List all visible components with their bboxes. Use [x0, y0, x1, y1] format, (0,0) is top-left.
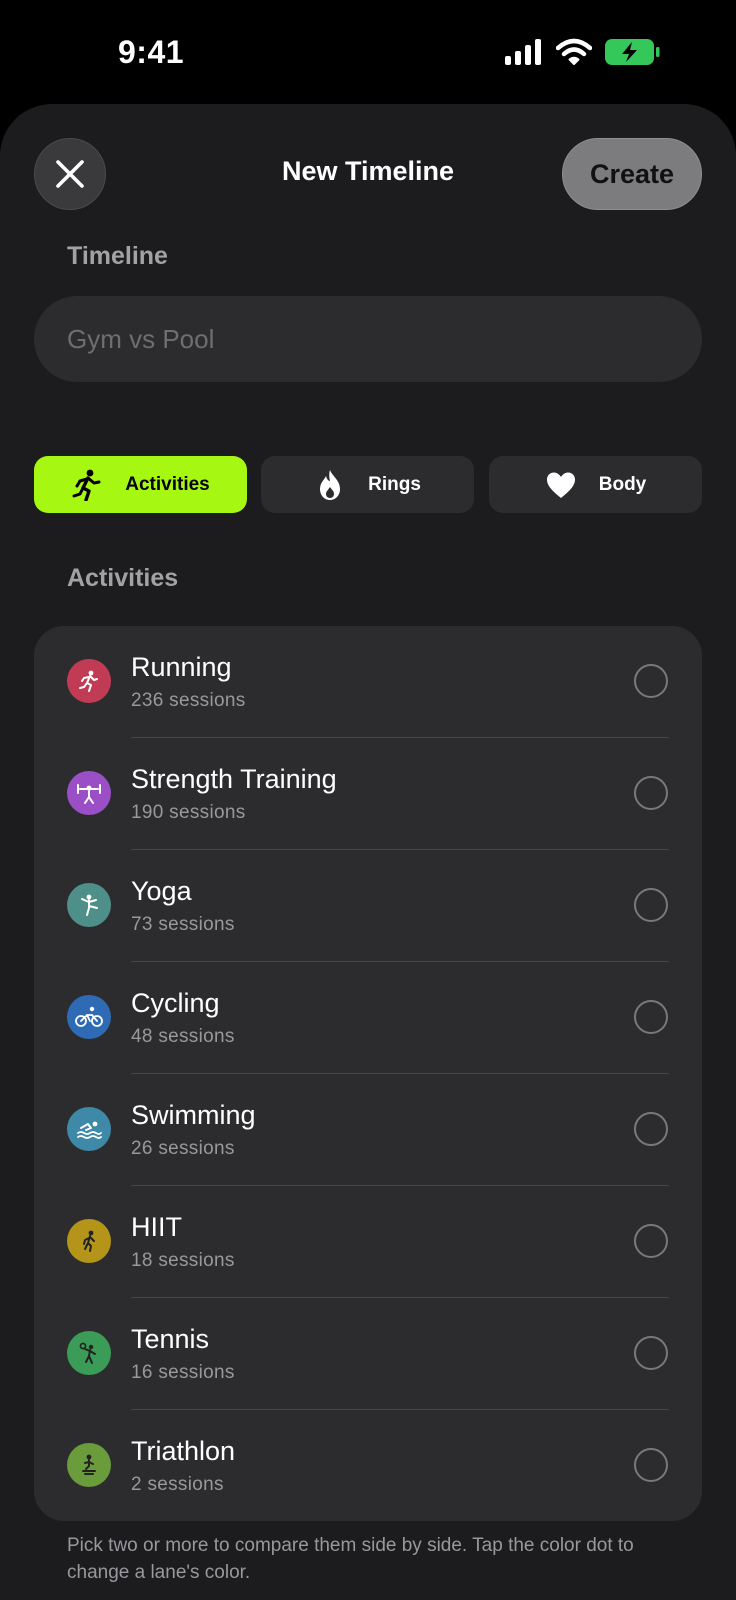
flame-icon	[314, 469, 346, 501]
yoga-icon	[67, 883, 111, 927]
select-radio[interactable]	[634, 1224, 668, 1258]
heart-icon	[545, 469, 577, 501]
running-icon	[67, 659, 111, 703]
new-timeline-sheet: New Timeline Create Timeline Activities …	[0, 104, 736, 1600]
timeline-name-input[interactable]	[34, 296, 702, 382]
activity-count: 236 sessions	[131, 690, 246, 711]
status-time: 9:41	[118, 34, 185, 70]
cycling-icon	[67, 995, 111, 1039]
footer-note: Pick two or more to compare them side by…	[67, 1535, 634, 1583]
list-item-tennis[interactable]: Tennis 16 sessions	[34, 1298, 702, 1410]
tab-body[interactable]: Body	[489, 456, 702, 513]
triathlon-icon	[67, 1443, 111, 1487]
activity-name: Strength Training	[131, 764, 337, 794]
hiit-icon	[67, 1219, 111, 1263]
activity-name: Triathlon	[131, 1436, 236, 1466]
list-item-cycling[interactable]: Cycling 48 sessions	[34, 962, 702, 1074]
tab-activities[interactable]: Activities	[34, 456, 247, 513]
tab-rings[interactable]: Rings	[261, 456, 474, 513]
select-radio[interactable]	[634, 1336, 668, 1370]
activity-count: 48 sessions	[131, 1026, 235, 1047]
swimming-icon	[67, 1107, 111, 1151]
activity-name: Tennis	[131, 1324, 210, 1354]
strength-icon	[67, 771, 111, 815]
activities-section-label: Activities	[67, 564, 179, 592]
figure-run-icon	[71, 469, 103, 501]
wifi-icon	[556, 38, 592, 65]
list-item-yoga[interactable]: Yoga 73 sessions	[34, 850, 702, 962]
list-item-running[interactable]: Running 236 sessions	[34, 626, 702, 738]
activity-count: 16 sessions	[131, 1362, 235, 1383]
select-radio[interactable]	[634, 1448, 668, 1482]
activities-list: Running 236 sessions Strength Training 1…	[34, 626, 702, 1521]
activity-count: 26 sessions	[131, 1138, 235, 1159]
select-radio[interactable]	[634, 1000, 668, 1034]
status-bar: 9:41	[0, 0, 736, 104]
list-item-strength-training[interactable]: Strength Training 190 sessions	[34, 738, 702, 850]
select-radio[interactable]	[634, 888, 668, 922]
activity-count: 18 sessions	[131, 1250, 235, 1271]
tab-body-label: Body	[598, 473, 647, 495]
status-icons	[504, 38, 660, 66]
create-button[interactable]: Create	[562, 138, 702, 210]
tennis-icon	[67, 1331, 111, 1375]
tab-rings-label: Rings	[368, 473, 421, 495]
activity-count: 190 sessions	[131, 802, 246, 823]
cellular-signal-icon	[505, 39, 541, 65]
activity-name: Cycling	[131, 988, 220, 1018]
activity-name: Running	[131, 652, 232, 682]
activity-count: 73 sessions	[131, 914, 235, 935]
tab-activities-label: Activities	[125, 473, 210, 495]
select-radio[interactable]	[634, 776, 668, 810]
select-radio[interactable]	[634, 1112, 668, 1146]
timeline-section-label: Timeline	[67, 242, 168, 270]
list-item-triathlon[interactable]: Triathlon 2 sessions	[34, 1410, 702, 1521]
list-item-swimming[interactable]: Swimming 26 sessions	[34, 1074, 702, 1186]
activity-count: 2 sessions	[131, 1474, 224, 1495]
activity-name: HIIT	[131, 1212, 182, 1242]
list-item-hiit[interactable]: HIIT 18 sessions	[34, 1186, 702, 1298]
battery-charging-icon	[605, 39, 660, 65]
select-radio[interactable]	[634, 664, 668, 698]
activity-name: Yoga	[131, 876, 192, 906]
activity-name: Swimming	[131, 1100, 256, 1130]
